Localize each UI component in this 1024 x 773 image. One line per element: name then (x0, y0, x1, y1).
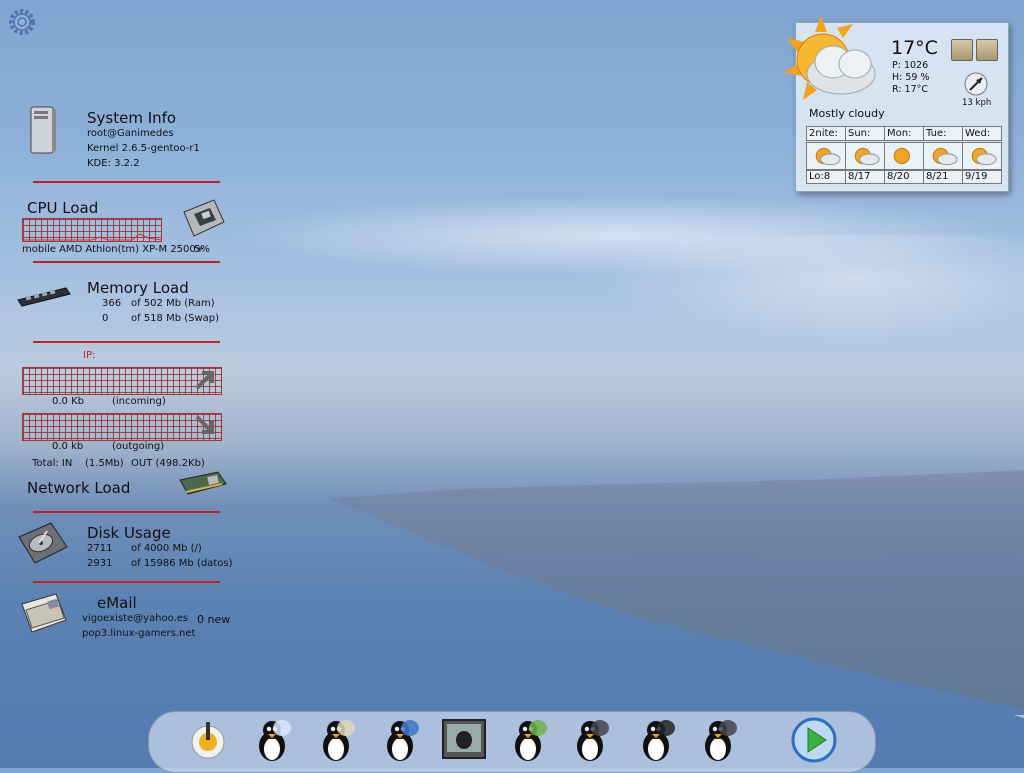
arrow-down-right-icon (195, 415, 214, 434)
sun-cloud-icon (923, 142, 963, 170)
stamp-penguin-icon[interactable] (312, 716, 360, 764)
weather-humidity: H: 59 % (892, 72, 930, 83)
wind-compass-icon (964, 72, 988, 96)
hard-disk-icon (18, 522, 68, 564)
weather-camera-button[interactable] (976, 39, 998, 61)
weather-condition: Mostly cloudy (809, 107, 885, 120)
weather-realfeel: R: 17°C (892, 84, 929, 95)
cpu-chip-icon (183, 199, 225, 237)
total-in-value: (1.5Mb) (85, 458, 124, 469)
penguin-media-icon[interactable] (566, 716, 614, 764)
cpu-load-line (22, 233, 162, 241)
network-load-title: Network Load (27, 479, 131, 497)
divider (33, 181, 220, 183)
forecast-day-label: 2nite: (806, 126, 846, 141)
total-out-value: OUT (498.2Kb) (131, 458, 205, 469)
sun-cloud-icon (845, 142, 885, 170)
forecast-day-label: Sun: (845, 126, 885, 141)
cloudy-sun-icon (783, 16, 876, 100)
datos-used: 2931 (87, 558, 113, 569)
penguin-browser-icon[interactable] (376, 716, 424, 764)
divider (33, 581, 220, 583)
penguin-settings-icon[interactable] (632, 716, 680, 764)
penguin-messenger-icon[interactable] (504, 716, 552, 764)
ip-label: IP: (83, 350, 96, 361)
email-account: vigoexiste@yahoo.es (82, 613, 189, 624)
root-total: of 4000 Mb (/) (131, 543, 202, 554)
divider (33, 511, 220, 513)
cpu-load-title: CPU Load (27, 199, 99, 217)
sun-icon (884, 142, 924, 170)
kde-version: KDE: 3.2.2 (87, 158, 140, 169)
forecast-day-label: Wed: (962, 126, 1002, 141)
weather-settings-button[interactable] (951, 39, 973, 61)
forecast-temp-label: 8/20 (884, 170, 924, 184)
forecast-temp-label: 8/17 (845, 170, 885, 184)
network-card-icon (179, 471, 227, 495)
incoming-rate: 0.0 Kb (52, 396, 84, 407)
terminal-penguin-icon[interactable] (440, 716, 488, 764)
cpu-load-value: 5% (194, 244, 210, 255)
weather-pressure: P: 1026 (892, 60, 929, 71)
sun-cloud-icon (806, 142, 846, 170)
kernel-version: Kernel 2.6.5-gentoo-r1 (87, 143, 200, 154)
divider (33, 341, 220, 343)
root-used: 2711 (87, 543, 113, 554)
arrow-up-right-icon (195, 371, 214, 390)
email-title: eMail (97, 594, 137, 612)
kde-start-icon[interactable] (184, 716, 232, 764)
incoming-graph (22, 367, 222, 395)
outgoing-label: (outgoing) (112, 441, 165, 452)
forecast-day-label: Mon: (884, 126, 924, 141)
penguin-search-icon[interactable] (694, 716, 742, 764)
outgoing-graph (22, 413, 222, 441)
system-info-title: System Info (87, 109, 177, 127)
play-button-icon[interactable] (790, 716, 838, 764)
mail-icon (21, 593, 67, 633)
igloo-penguin-icon[interactable] (248, 716, 296, 764)
ram-used: 366 (102, 298, 122, 309)
forecast-temp-label: 8/21 (923, 170, 963, 184)
forecast-temp-label: 9/19 (962, 170, 1002, 184)
computer-tower-icon (30, 106, 56, 154)
wind-speed: 13 kph (962, 98, 992, 108)
forecast-temp-label: Lo:8 (806, 170, 846, 184)
wallpaper-cloud (600, 235, 1024, 345)
swap-used: 0 (102, 313, 109, 324)
weather-temperature: 17°C (891, 37, 938, 59)
total-in-label: Total: IN (32, 458, 73, 469)
disk-usage-title: Disk Usage (87, 524, 171, 542)
sun-cloud-icon (962, 142, 1002, 170)
kde-gear-icon[interactable] (8, 8, 36, 36)
email-new-count: 0 new (197, 613, 231, 626)
datos-total: of 15986 Mb (datos) (131, 558, 233, 569)
system-user: root@Ganimedes (87, 128, 174, 139)
incoming-label: (incoming) (112, 396, 166, 407)
cpu-model: mobile AMD Athlon(tm) XP-M 2500+ (22, 244, 205, 255)
memory-load-title: Memory Load (87, 279, 189, 297)
forecast-day-label: Tue: (923, 126, 963, 141)
outgoing-rate: 0.0 kb (52, 441, 84, 452)
ram-stick-icon (17, 287, 71, 307)
ram-total: of 502 Mb (Ram) (131, 298, 215, 309)
swap-total: of 518 Mb (Swap) (131, 313, 220, 324)
divider (33, 261, 220, 263)
email-server: pop3.linux-gamers.net (82, 628, 196, 639)
